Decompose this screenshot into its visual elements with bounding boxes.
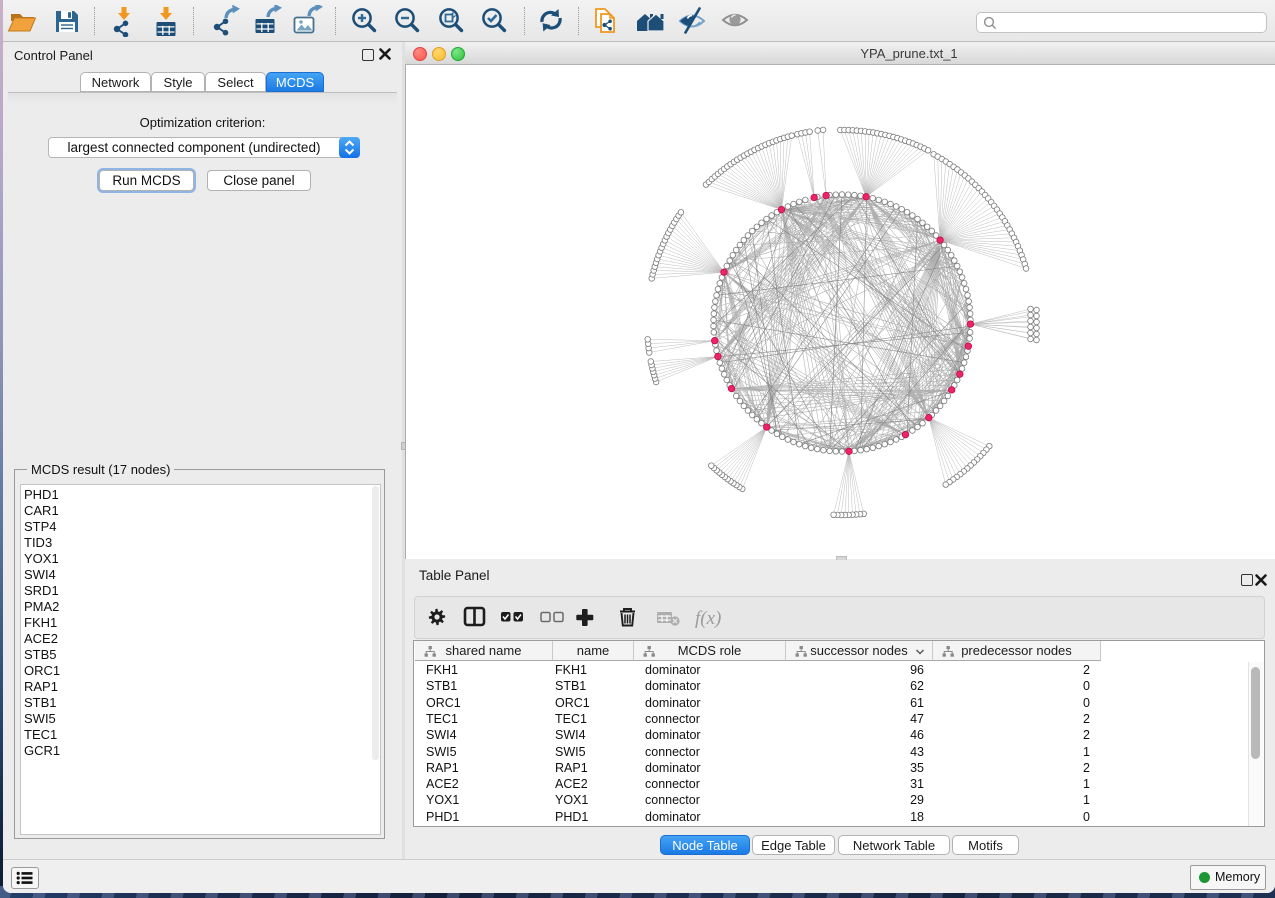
svg-text:f(x): f(x) (695, 608, 721, 629)
